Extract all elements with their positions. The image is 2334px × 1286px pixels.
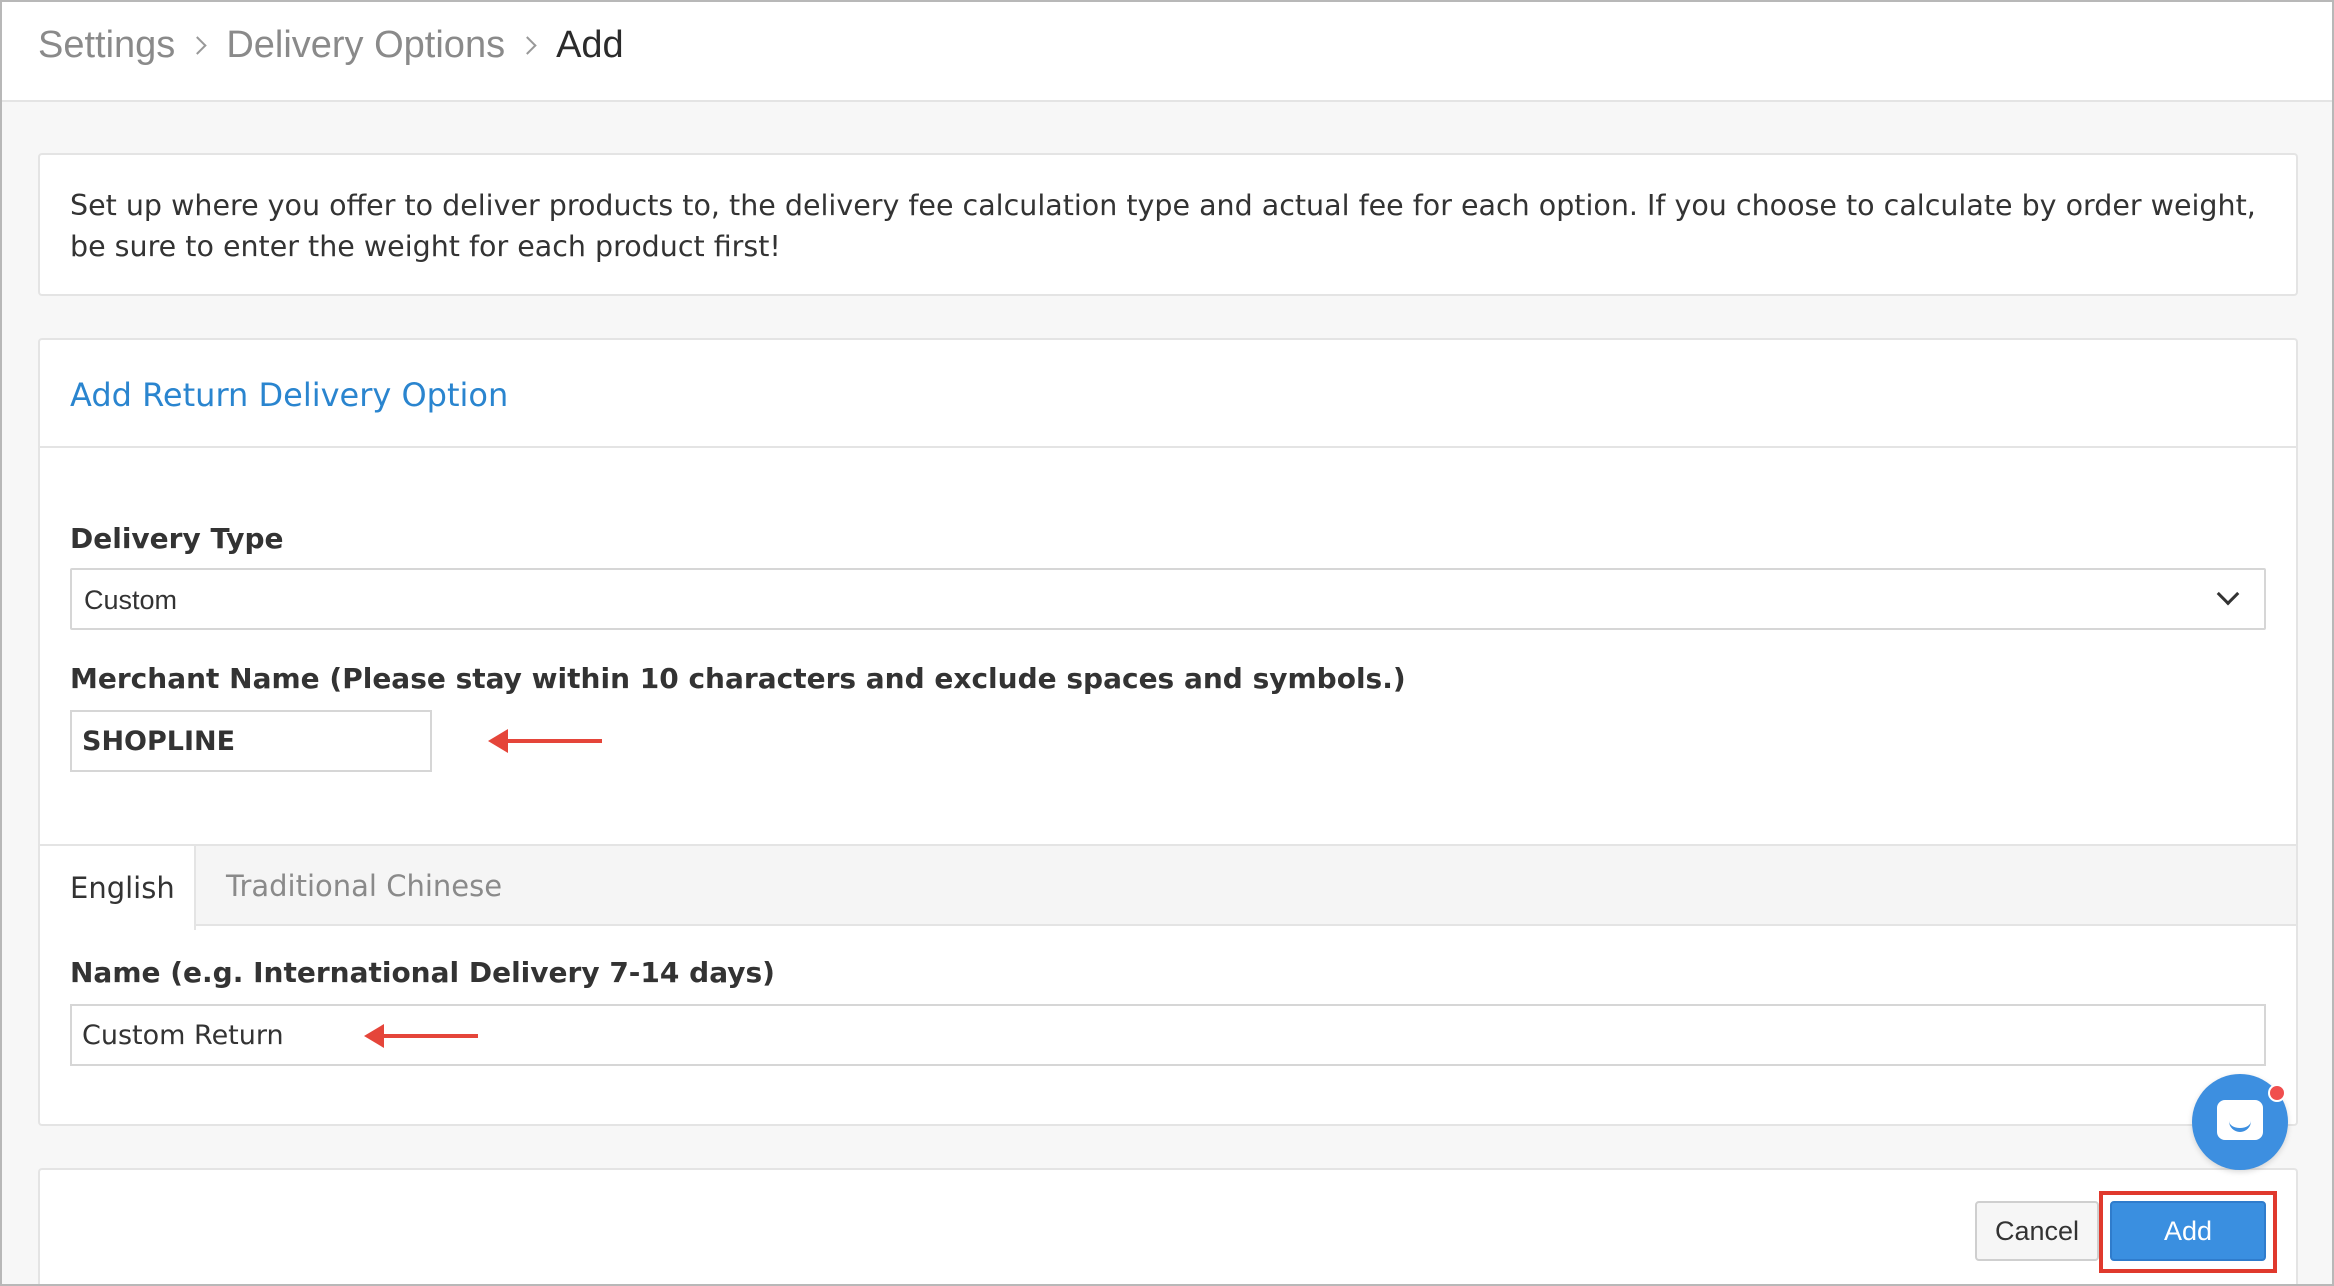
- delivery-type-value: Custom: [84, 585, 178, 615]
- delivery-type-select[interactable]: Custom: [70, 568, 2266, 630]
- action-bar: Cancel Add: [38, 1168, 2298, 1284]
- tab-english[interactable]: English: [40, 844, 196, 930]
- breadcrumb-settings[interactable]: Settings: [38, 24, 175, 67]
- breadcrumb: Settings Delivery Options Add: [38, 24, 624, 67]
- intro-panel: Set up where you offer to deliver produc…: [38, 153, 2298, 296]
- divider: [40, 446, 2296, 448]
- arrow-left-icon: [488, 729, 602, 753]
- language-tabs: English Traditional Chinese: [40, 844, 2296, 930]
- chat-launcher-button[interactable]: [2192, 1074, 2288, 1170]
- merchant-name-label: Merchant Name (Please stay within 10 cha…: [70, 662, 1406, 695]
- tab-traditional-chinese[interactable]: Traditional Chinese: [196, 844, 532, 928]
- intro-text: Set up where you offer to deliver produc…: [70, 189, 2256, 263]
- header: Settings Delivery Options Add: [2, 2, 2332, 102]
- chevron-right-icon: [518, 36, 537, 55]
- chevron-right-icon: [188, 36, 208, 55]
- form-title: Add Return Delivery Option: [70, 376, 509, 414]
- merchant-name-field[interactable]: [70, 710, 432, 772]
- name-label: Name (e.g. International Delivery 7-14 d…: [70, 956, 775, 989]
- add-button[interactable]: Add: [2110, 1201, 2266, 1261]
- delivery-type-label: Delivery Type: [70, 522, 284, 555]
- app-window: Settings Delivery Options Add Set up whe…: [0, 0, 2334, 1286]
- cancel-button[interactable]: Cancel: [1975, 1201, 2099, 1261]
- notification-dot: [2268, 1084, 2286, 1102]
- delivery-option-form: Add Return Delivery Option Delivery Type…: [38, 338, 2298, 1126]
- chat-icon: [2217, 1100, 2263, 1140]
- breadcrumb-delivery-options[interactable]: Delivery Options: [226, 24, 505, 67]
- breadcrumb-current: Add: [556, 24, 624, 66]
- chevron-down-icon: [2216, 582, 2240, 606]
- merchant-name-input[interactable]: [72, 712, 430, 770]
- arrow-left-icon: [364, 1024, 478, 1048]
